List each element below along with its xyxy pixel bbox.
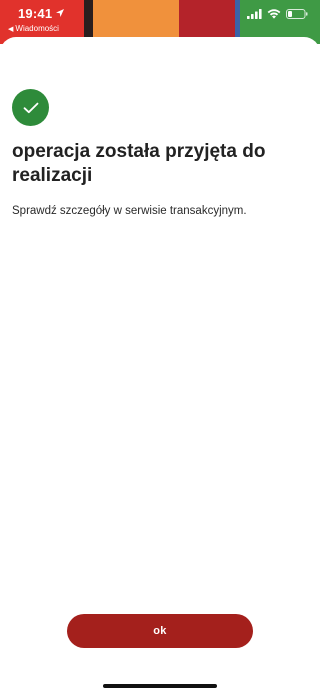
battery-icon — [286, 9, 308, 19]
checkmark-icon — [23, 102, 38, 113]
status-time: 19:41 — [18, 6, 53, 21]
home-indicator[interactable] — [103, 684, 217, 688]
confirmation-title: operacja została przyjęta do realizacji — [12, 141, 266, 186]
confirmation-message: Sprawdź szczegóły w serwisie transakcyjn… — [12, 205, 247, 217]
location-arrow-icon — [56, 9, 64, 17]
back-triangle-icon: ◀ — [8, 26, 14, 33]
wifi-icon — [267, 9, 281, 19]
back-to-app-link[interactable]: ◀ Wiadomości — [8, 24, 59, 33]
confirmation-sheet: operacja została przyjęta do realizacji … — [0, 37, 320, 693]
status-indicators — [247, 9, 308, 19]
ok-button[interactable]: ok — [67, 614, 253, 648]
back-app-label: Wiadomości — [15, 24, 59, 33]
success-badge — [12, 89, 49, 126]
signal-icon — [247, 9, 262, 19]
